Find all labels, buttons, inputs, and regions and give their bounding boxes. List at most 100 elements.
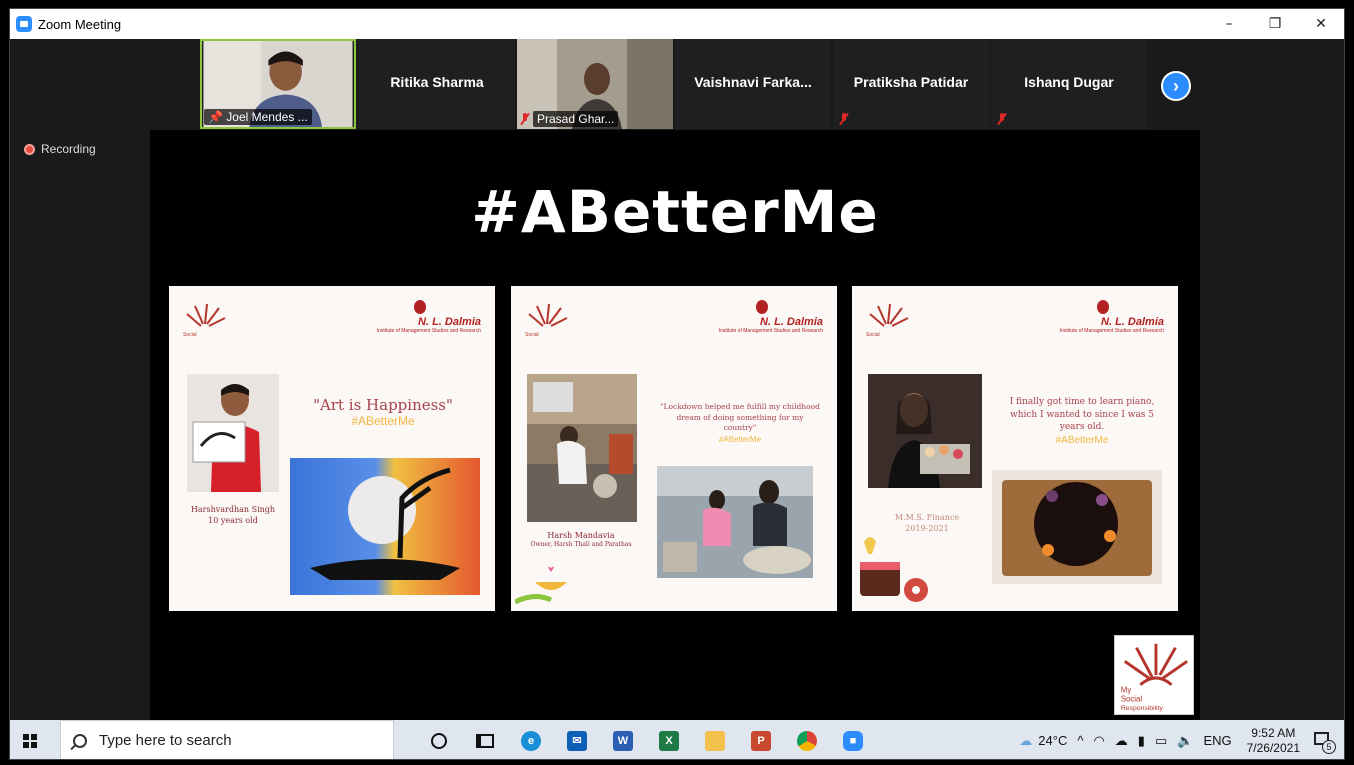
svg-text:Social: Social [525, 332, 539, 338]
chevron-right-icon: › [1173, 75, 1179, 96]
story-photo [992, 470, 1162, 584]
lotus-icon [414, 300, 426, 314]
participant-name: Pratiksha Patidar [853, 74, 969, 90]
minimize-button[interactable]: – [1206, 9, 1252, 39]
caption-sub: Owner, Harsh Thali and Parathas [530, 541, 632, 549]
participant-name-tag: Prasad Ghar... [533, 111, 619, 127]
story-photo [187, 374, 279, 492]
story-quote: I finally got time to learn piano, which… [1009, 397, 1155, 433]
task-view-button[interactable] [462, 720, 508, 759]
word-icon: W [613, 730, 633, 751]
svg-text:Responsibility: Responsibility [1121, 705, 1164, 712]
story-photo [868, 374, 982, 488]
wifi-icon[interactable]: ◠ [1093, 733, 1104, 749]
muted-mic-icon [997, 113, 1007, 125]
clock-time: 9:52 AM [1251, 725, 1296, 740]
participant-tile[interactable]: Vaishnavi Farka... [675, 39, 831, 129]
participant-tile[interactable]: Prasad Ghar... [517, 39, 673, 129]
clock[interactable]: 9:52 AM 7/26/2021 [1247, 726, 1300, 756]
edge-icon: e [521, 730, 541, 751]
word-button[interactable]: W [600, 720, 646, 759]
weather-widget[interactable]: ☁ 24°C [1019, 733, 1067, 749]
recording-indicator[interactable]: Recording [24, 142, 96, 156]
system-tray: ☁ 24°C ^ ◠ ☁ ▮ ▭ 🔈 ENG 9:52 AM 7/26/2021… [1014, 720, 1344, 759]
file-explorer-button[interactable] [692, 720, 738, 759]
battery-icon[interactable]: ▭ [1155, 733, 1167, 749]
msr-logo-icon: Social [525, 303, 568, 338]
zoom-logo-icon [16, 16, 32, 32]
show-hidden-icons-button[interactable]: ^ [1077, 733, 1083, 748]
story-hashtag: #ABetterMe [718, 434, 762, 444]
story-photo [657, 466, 813, 578]
chrome-icon [797, 730, 817, 751]
windows-logo-icon [23, 733, 37, 748]
zoom-icon: ■ [843, 730, 863, 751]
folder-icon [705, 730, 725, 751]
lotus-icon [756, 300, 768, 314]
participant-name: Ishanq Dugar [1024, 74, 1114, 90]
story-card: Social N. L. Dalmia Institute of Managem… [511, 286, 837, 611]
close-button[interactable]: ✕ [1298, 9, 1344, 39]
nl-dalmia-logo: N. L. Dalmia Institute of Management Stu… [673, 300, 823, 334]
powerpoint-icon: P [751, 730, 771, 751]
bowl-icon [515, 566, 567, 605]
svg-text:Social: Social [866, 332, 880, 338]
participant-name: Vaishnavi Farka... [694, 74, 812, 90]
record-icon [24, 143, 35, 155]
search-placeholder: Type here to search [99, 732, 232, 749]
lotus-icon [1097, 300, 1109, 314]
muted-mic-icon [520, 113, 530, 125]
taskbar-search-box[interactable]: Type here to search [60, 720, 394, 759]
cortana-button[interactable] [416, 720, 462, 759]
story-artwork [290, 458, 480, 595]
volume-icon[interactable]: 🔈 [1177, 733, 1193, 749]
chrome-button[interactable] [784, 720, 830, 759]
onedrive-icon[interactable]: ☁ [1115, 733, 1128, 749]
restore-button[interactable]: ❐ [1252, 9, 1298, 39]
recording-label: Recording [41, 142, 96, 156]
svg-text:My: My [1121, 686, 1131, 695]
slide-headline: #ABetterMe [471, 178, 879, 246]
zoom-window: Zoom Meeting – ❐ ✕ 📌 Joel Mendes ... Rit… [9, 8, 1345, 760]
task-view-icon [476, 733, 494, 748]
participant-tile[interactable]: Pratiksha Patidar [833, 39, 989, 129]
nl-dalmia-logo: N. L. Dalmia Institute of Management Stu… [1014, 300, 1164, 334]
edge-button[interactable]: e [508, 720, 554, 759]
msr-corner-logo-icon: My Social Responsibility [1114, 635, 1194, 715]
cortana-icon [431, 732, 447, 749]
participant-tile[interactable]: Ishanq Dugar [991, 39, 1147, 129]
mail-icon: ✉ [567, 730, 587, 751]
excel-button[interactable]: X [646, 720, 692, 759]
story-hashtag: #ABetterMe [351, 414, 415, 428]
story-quote: "Lockdown helped me fulfill my childhood… [660, 402, 820, 432]
story-quote: "Art is Happiness" [313, 396, 453, 414]
mail-button[interactable]: ✉ [554, 720, 600, 759]
participant-name-tag: 📌 Joel Mendes ... [204, 109, 312, 125]
svg-text:Social: Social [183, 332, 197, 338]
participant-tile[interactable]: Ritika Sharma [359, 39, 515, 129]
caption-name: M.M.S. Finance [894, 513, 960, 522]
clock-date: 7/26/2021 [1246, 740, 1300, 755]
next-participants-button[interactable]: › [1161, 71, 1191, 101]
shared-screen: #ABetterMe Social N. L. Dalmia Institute… [150, 130, 1200, 720]
muted-mic-icon [839, 113, 849, 125]
msr-logo-icon: Social [866, 303, 909, 338]
window-title: Zoom Meeting [38, 16, 122, 32]
msr-logo-icon: Social [183, 303, 226, 338]
story-card: Social N. L. Dalmia Institute of Managem… [852, 286, 1178, 611]
start-button[interactable] [10, 720, 50, 759]
participant-name: Ritika Sharma [390, 74, 484, 90]
language-indicator[interactable]: ENG [1203, 733, 1231, 748]
taskbar: Type here to search e ✉ W X P ■ ☁ 24°C ^… [10, 720, 1344, 759]
nl-dalmia-logo: N. L. Dalmia Institute of Management Stu… [331, 300, 481, 334]
notification-center-button[interactable]: 5 [1310, 728, 1336, 754]
participant-tile[interactable]: 📌 Joel Mendes ... [200, 39, 356, 129]
microphone-icon[interactable]: ▮ [1138, 733, 1145, 749]
story-card: Social N. L. Dalmia Institute of Managem… [169, 286, 495, 611]
excel-icon: X [659, 730, 679, 751]
powerpoint-button[interactable]: P [738, 720, 784, 759]
story-photo [527, 374, 637, 522]
cake-icon [860, 537, 928, 602]
story-hashtag: #ABetterMe [1055, 434, 1109, 446]
zoom-taskbar-button[interactable]: ■ [830, 720, 876, 759]
